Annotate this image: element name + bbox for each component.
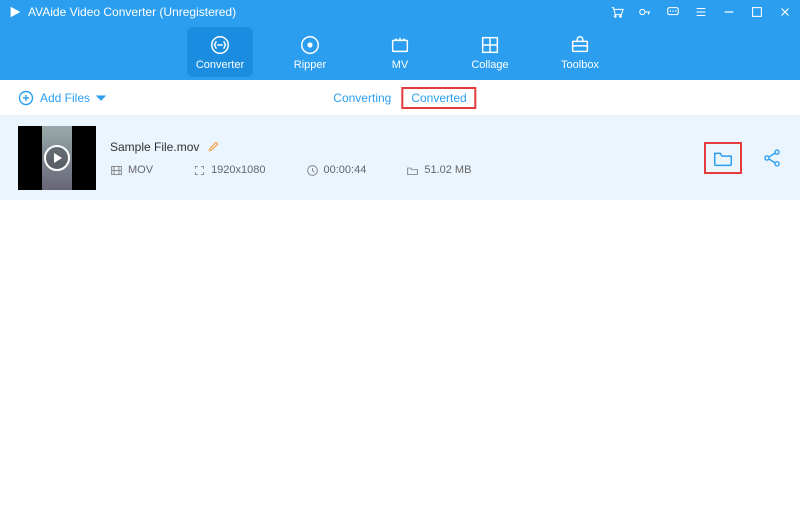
tab-collage-label: Collage: [471, 59, 508, 71]
file-resolution: 1920x1080: [211, 164, 265, 176]
play-icon: [44, 145, 70, 171]
maximize-icon[interactable]: [750, 5, 764, 19]
app-logo-icon: [8, 5, 22, 19]
titlebar: AVAide Video Converter (Unregistered): [0, 0, 800, 24]
open-folder-button[interactable]: [704, 142, 742, 174]
tab-toolbox-label: Toolbox: [561, 59, 599, 71]
tab-ripper[interactable]: Ripper: [277, 27, 343, 77]
share-button[interactable]: [762, 148, 782, 168]
file-format: MOV: [128, 164, 153, 176]
cart-icon[interactable]: [610, 5, 624, 19]
share-icon: [762, 148, 782, 168]
chevron-down-icon: [96, 93, 106, 103]
edit-icon[interactable]: [207, 140, 220, 153]
window-title: AVAide Video Converter (Unregistered): [28, 5, 610, 19]
converter-icon: [209, 34, 231, 56]
feedback-icon[interactable]: [666, 5, 680, 19]
duration-detail: 00:00:44: [306, 164, 367, 177]
tab-toolbox[interactable]: Toolbox: [547, 27, 613, 77]
sub-toolbar: Add Files Converting Converted: [0, 80, 800, 116]
key-icon[interactable]: [638, 5, 652, 19]
file-actions: [704, 142, 782, 174]
subtab-converting[interactable]: Converting: [323, 87, 401, 109]
menu-icon[interactable]: [694, 5, 708, 19]
plus-circle-icon: [18, 90, 34, 106]
size-detail: 51.02 MB: [406, 164, 471, 177]
tab-converter[interactable]: Converter: [187, 27, 253, 77]
collage-icon: [479, 34, 501, 56]
film-icon: [110, 164, 123, 177]
file-details: MOV 1920x1080 00:00:44 51.02 MB: [110, 164, 690, 177]
toolbox-icon: [569, 34, 591, 56]
add-files-label: Add Files: [40, 91, 90, 105]
file-duration: 00:00:44: [324, 164, 367, 176]
file-name: Sample File.mov: [110, 140, 199, 154]
close-icon[interactable]: [778, 5, 792, 19]
add-files-button[interactable]: Add Files: [18, 90, 106, 106]
file-size: 51.02 MB: [424, 164, 471, 176]
window-controls: [610, 5, 792, 19]
video-thumbnail[interactable]: [18, 126, 96, 190]
clock-icon: [306, 164, 319, 177]
folder-icon: [712, 148, 734, 168]
resolution-detail: 1920x1080: [193, 164, 265, 177]
folder-small-icon: [406, 164, 419, 177]
tab-converter-label: Converter: [196, 59, 244, 71]
ripper-icon: [299, 34, 321, 56]
mv-icon: [389, 34, 411, 56]
file-name-row: Sample File.mov: [110, 140, 690, 154]
format-detail: MOV: [110, 164, 153, 177]
tab-collage[interactable]: Collage: [457, 27, 523, 77]
subtab-converted[interactable]: Converted: [401, 87, 476, 109]
file-row: Sample File.mov MOV 1920x1080 00:00:44 5…: [0, 116, 800, 200]
main-tabs: Converter Ripper MV Collage Toolbox: [0, 24, 800, 80]
resolution-icon: [193, 164, 206, 177]
minimize-icon[interactable]: [722, 5, 736, 19]
tab-mv-label: MV: [392, 59, 409, 71]
status-tabs: Converting Converted: [323, 87, 476, 109]
tab-mv[interactable]: MV: [367, 27, 433, 77]
file-meta: Sample File.mov MOV 1920x1080 00:00:44 5…: [110, 140, 690, 177]
tab-ripper-label: Ripper: [294, 59, 326, 71]
